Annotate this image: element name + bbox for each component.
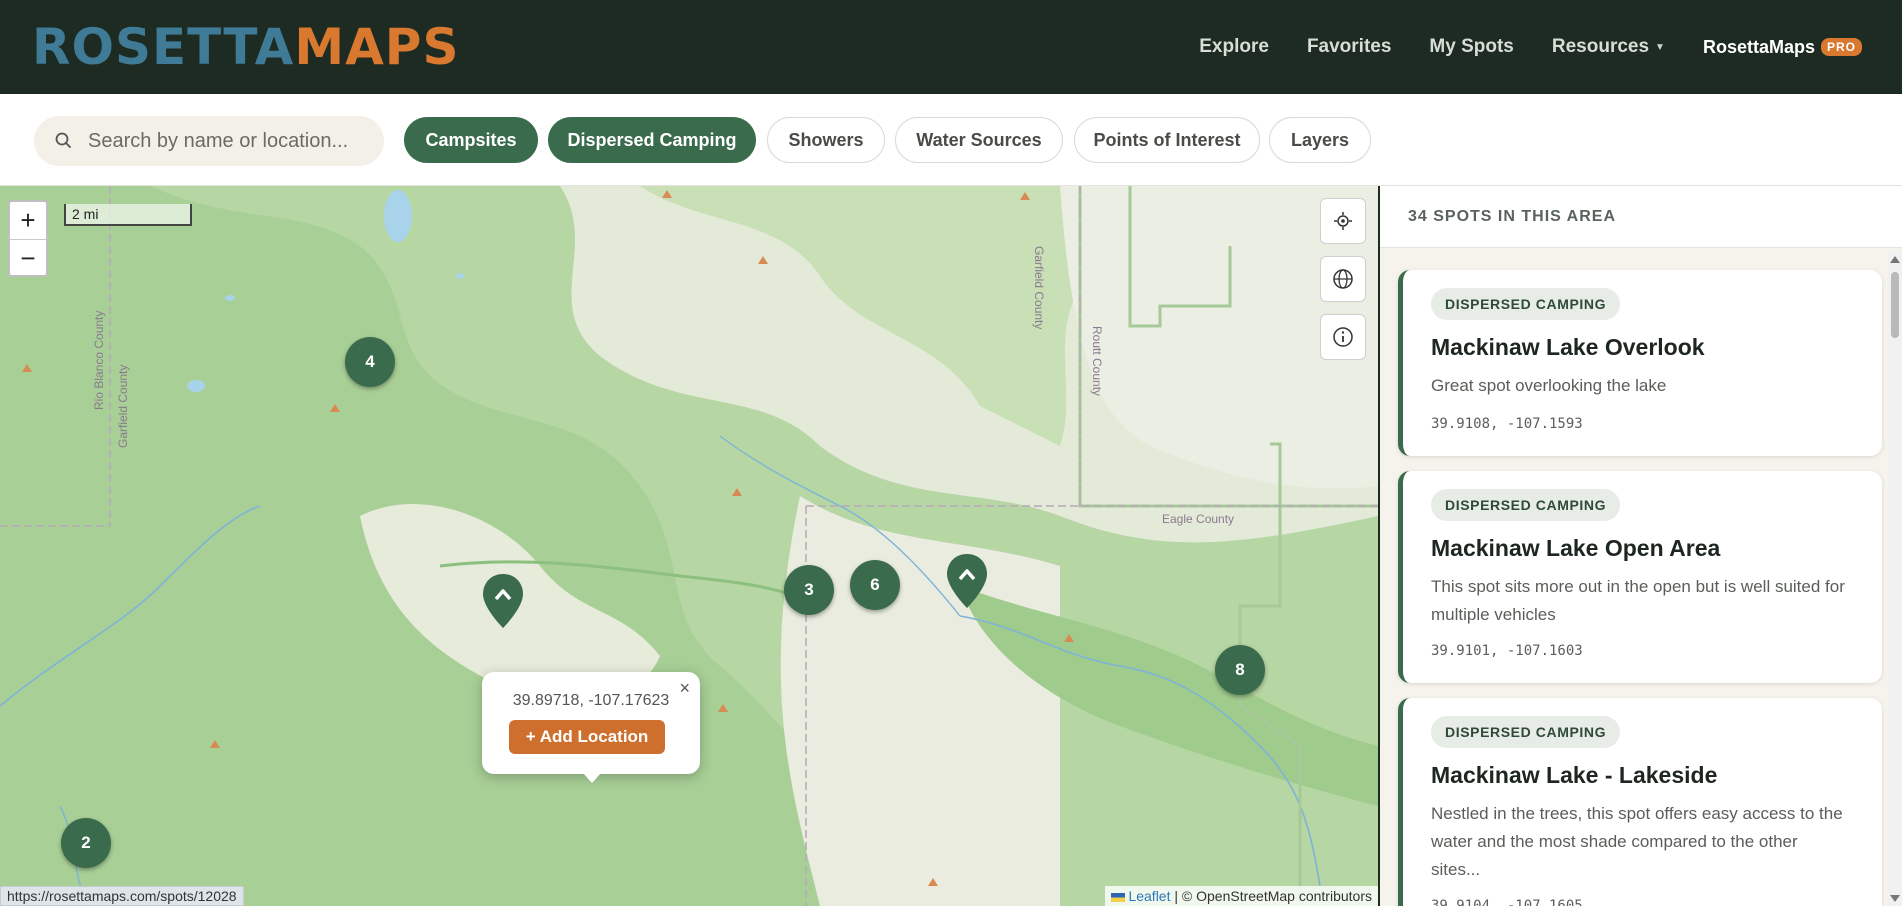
logo-text-rosetta: ROSETTA [32, 18, 295, 76]
close-icon[interactable]: × [679, 678, 690, 699]
nav-explore-label: Explore [1199, 36, 1269, 57]
status-url: https://rosettamaps.com/spots/12028 [0, 886, 244, 906]
nav-explore[interactable]: Explore [1199, 36, 1269, 58]
map-area[interactable]: Garfield County Routt County Eagle Count… [0, 186, 1378, 906]
spot-title: Mackinaw Lake Open Area [1431, 535, 1721, 561]
spot-card[interactable]: DISPERSED CAMPING Mackinaw Lake Open Are… [1398, 471, 1882, 683]
info-icon [1333, 327, 1353, 347]
popup-tip [582, 772, 602, 783]
label-rio-blanco-county: Rio Blanco County [92, 310, 106, 410]
nav-resources-label: Resources [1551, 36, 1650, 57]
account-label: RosettaMaps [1702, 36, 1815, 57]
spot-title: Mackinaw Lake Overlook [1431, 334, 1705, 360]
spot-coordinates: 39.9101, -107.1603 [1431, 643, 1583, 659]
spots-sidebar: 34 SPOTS IN THIS AREA DISPERSED CAMPING … [1380, 186, 1902, 906]
nav-resources-dropdown[interactable]: Resources ▼ [1552, 36, 1665, 58]
map-cluster-marker[interactable]: 3 [784, 565, 834, 615]
flag-icon [1110, 892, 1125, 902]
nav-my-spots-label: My Spots [1429, 36, 1514, 57]
account-menu[interactable]: RosettaMaps PRO [1703, 37, 1862, 58]
sidebar-scrollbar[interactable] [1888, 250, 1902, 906]
globe-icon [1333, 269, 1353, 289]
map-scale: 2 mi [64, 204, 192, 226]
search-box[interactable] [34, 116, 384, 166]
logo-text-maps: MAPS [294, 18, 460, 76]
chip-layers-label: Layers [1290, 129, 1350, 150]
scrollbar-thumb[interactable] [1891, 272, 1899, 338]
map-cluster-marker[interactable]: 4 [345, 337, 395, 387]
spot-title: Mackinaw Lake - Lakeside [1431, 762, 1718, 788]
caret-down-icon: ▼ [1655, 41, 1665, 53]
chip-showers[interactable]: Showers [767, 117, 885, 163]
info-button[interactable] [1320, 314, 1366, 360]
chip-water-sources[interactable]: Water Sources [895, 117, 1063, 163]
spot-card[interactable]: DISPERSED CAMPING Mackinaw Lake Overlook… [1398, 270, 1882, 456]
leaflet-link[interactable]: Leaflet [1128, 888, 1170, 904]
location-popup: 39.89718, -107.17623 × + Add Location [482, 672, 700, 783]
osm-attribution: | © OpenStreetMap contributors [1170, 888, 1372, 904]
nav-my-spots[interactable]: My Spots [1429, 36, 1513, 58]
main-nav: Explore Favorites My Spots Resources ▼ Ro… [1199, 0, 1862, 94]
locate-icon [1334, 212, 1352, 230]
label-garfield-county-east: Garfield County [1032, 246, 1046, 330]
pro-badge: PRO [1820, 38, 1862, 56]
zoom-out-button[interactable]: − [10, 239, 46, 276]
chip-dispersed-camping[interactable]: Dispersed Camping [548, 117, 756, 163]
label-eagle-county: Eagle County [1162, 512, 1235, 526]
spot-description: Nestled in the trees, this spot offers e… [1431, 804, 1843, 879]
campsite-pin-icon[interactable] [945, 552, 989, 610]
sidebar-header: 34 SPOTS IN THIS AREA [1380, 186, 1902, 248]
nav-favorites[interactable]: Favorites [1307, 36, 1391, 58]
top-navbar: ROSETTAMAPS Explore Favorites My Spots R… [0, 0, 1902, 94]
zoom-in-button[interactable]: + [10, 202, 46, 239]
chip-campsites[interactable]: Campsites [404, 117, 538, 163]
search-icon [55, 132, 71, 148]
filter-bar: Campsites Dispersed Camping Showers Wate… [0, 94, 1902, 186]
map-cluster-marker[interactable]: 8 [1215, 645, 1265, 695]
spot-coordinates: 39.9108, -107.1593 [1431, 416, 1583, 432]
label-garfield-county-west: Garfield County [116, 364, 130, 448]
map-tiles [0, 186, 1378, 906]
chip-points-of-interest-label: Points of Interest [1093, 129, 1241, 150]
logo[interactable]: ROSETTAMAPS [32, 18, 459, 76]
nav-favorites-label: Favorites [1306, 36, 1392, 57]
campsite-pin-icon[interactable] [481, 572, 525, 630]
popup-coordinates: 39.89718, -107.17623 [512, 692, 670, 709]
globe-button[interactable] [1320, 256, 1366, 302]
search-input[interactable] [88, 129, 368, 153]
spot-description: Great spot overlooking the lake [1431, 376, 1667, 395]
scroll-down-arrow-icon[interactable] [1890, 895, 1900, 902]
spot-coordinates: 39.9104, -107.1605 [1431, 898, 1583, 906]
map-cluster-marker[interactable]: 2 [61, 818, 111, 868]
category-badge: DISPERSED CAMPING [1431, 489, 1621, 521]
spot-description: This spot sits more out in the open but … [1431, 577, 1845, 624]
chip-campsites-label: Campsites [425, 129, 517, 150]
spot-card[interactable]: DISPERSED CAMPING Mackinaw Lake - Lakesi… [1398, 698, 1882, 906]
add-location-button[interactable]: + Add Location [509, 720, 665, 754]
chip-dispersed-camping-label: Dispersed Camping [567, 129, 737, 150]
map-attribution: Leaflet | © OpenStreetMap contributors [1104, 886, 1378, 906]
category-badge: DISPERSED CAMPING [1431, 288, 1621, 320]
zoom-control: + − [8, 200, 48, 277]
label-routt-county: Routt County [1090, 326, 1104, 397]
map-cluster-marker[interactable]: 6 [850, 560, 900, 610]
chip-layers[interactable]: Layers [1269, 117, 1371, 163]
category-badge: DISPERSED CAMPING [1431, 716, 1621, 748]
spots-count-heading: 34 SPOTS IN THIS AREA [1408, 208, 1616, 225]
chip-showers-label: Showers [788, 129, 864, 150]
chip-points-of-interest[interactable]: Points of Interest [1074, 117, 1260, 163]
chip-water-sources-label: Water Sources [916, 129, 1042, 150]
locate-button[interactable] [1320, 198, 1366, 244]
scroll-up-arrow-icon[interactable] [1890, 256, 1900, 263]
